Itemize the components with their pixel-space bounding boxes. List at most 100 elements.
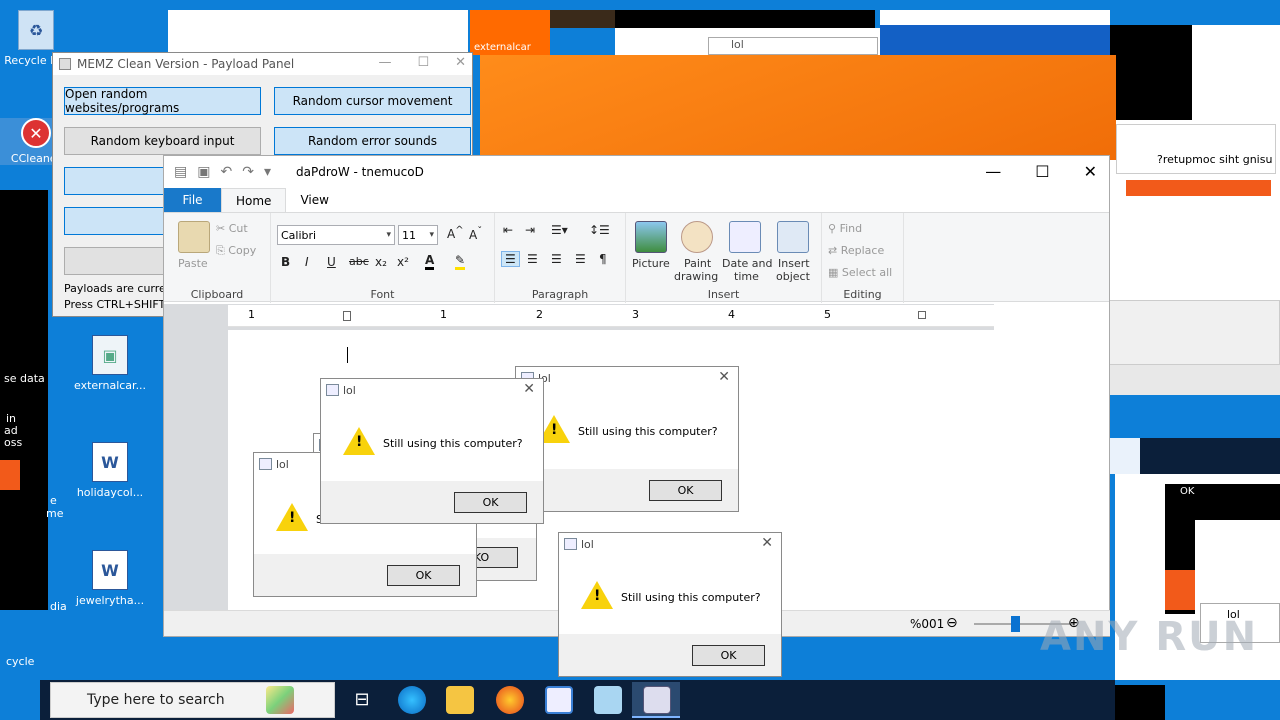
cut-button[interactable]: ✂ Cut [216, 222, 248, 235]
edge-icon[interactable] [398, 686, 426, 714]
error-dialog[interactable]: lol ✕ ! Still using this computer? OK [558, 532, 782, 677]
task-view-icon[interactable]: ⊟ [348, 686, 376, 714]
paste-button[interactable]: Paste [178, 257, 208, 270]
search-highlight-icon [266, 686, 294, 714]
close-icon[interactable]: ✕ [1084, 162, 1097, 181]
file-explorer-icon[interactable] [446, 686, 474, 714]
save-icon[interactable]: ▣ [197, 164, 210, 180]
zoom-out-icon[interactable]: ⊖ [946, 615, 958, 631]
desktop-icon-label: jewelrytha... [75, 594, 145, 607]
close-icon[interactable]: ✕ [455, 55, 466, 70]
dialog-icon [326, 384, 339, 396]
date-time-label[interactable]: time [734, 270, 759, 283]
desktop-fragment: e [50, 494, 57, 507]
align-right-icon[interactable]: ☰ [551, 252, 562, 266]
firefox-icon[interactable] [496, 686, 524, 714]
calendar-icon[interactable] [729, 221, 761, 253]
ok-button[interactable]: OK [649, 480, 722, 501]
paint-drawing-icon[interactable] [681, 221, 713, 253]
increase-indent-icon[interactable]: ⇥ [525, 223, 535, 237]
highlight-icon[interactable]: ✎ [455, 253, 466, 270]
minimize-icon[interactable]: — [378, 55, 391, 70]
subscript-icon[interactable]: x₂ [375, 255, 387, 269]
payload-keyboard-input-button[interactable]: Random keyboard input [64, 127, 261, 155]
paint-drawing-label[interactable]: drawing [674, 270, 718, 283]
close-icon[interactable]: ✕ [718, 369, 730, 385]
bold-icon[interactable]: B [281, 255, 290, 269]
align-left-icon[interactable]: ☰ [501, 251, 520, 267]
error-dialog[interactable]: lol ✕ ! Still using this computer? OK [515, 366, 739, 512]
insert-object-label[interactable]: Insert [778, 257, 810, 270]
maximize-icon[interactable]: ☐ [417, 55, 429, 70]
ruler-number: 1 [248, 308, 255, 321]
desktop-icon-holidaycol[interactable]: W holidaycol... [74, 442, 146, 499]
font-size-select[interactable]: 11 [398, 225, 438, 245]
desktop-fragment: dia [50, 600, 67, 613]
wordpad-titlebar[interactable]: ▤ ▣ ↶ ↷ ▾ daPdroW - tnemucoD — ☐ ✕ [164, 156, 1109, 188]
underline-icon[interactable]: U [327, 255, 336, 269]
select-all-button[interactable]: ▦ Select all [828, 266, 892, 279]
align-center-icon[interactable]: ☰ [527, 252, 538, 266]
tab-home[interactable]: Home [221, 188, 287, 212]
find-button[interactable]: ⚲ Find [828, 222, 862, 235]
customize-toolbar-icon[interactable]: ▾ [264, 164, 271, 180]
dialog-title: lol [276, 457, 289, 471]
wordpad-title: daPdroW - tnemucoD [296, 165, 424, 179]
close-icon[interactable]: ✕ [523, 381, 535, 397]
tab-view[interactable]: View [286, 188, 342, 212]
ribbon-group-paragraph: ⇤ ⇥ ☰▾ ↕☰ ☰ ☰ ☰ ☰ ¶ Paragraph [495, 213, 626, 303]
glitch-dialog-title: lol [708, 37, 878, 55]
undo-icon[interactable]: ↶ [220, 164, 232, 180]
superscript-icon[interactable]: x² [397, 255, 409, 269]
notepad-task-icon[interactable] [594, 686, 622, 714]
payload-error-sounds-button[interactable]: Random error sounds [274, 127, 471, 155]
italic-icon[interactable]: I [305, 255, 309, 269]
minimize-icon[interactable]: — [985, 162, 1001, 181]
bullets-icon[interactable]: ☰▾ [551, 223, 568, 237]
payload-cursor-movement-button[interactable]: Random cursor movement [274, 87, 471, 115]
insert-picture-button[interactable]: Picture [632, 257, 670, 270]
shrink-font-icon[interactable]: Aˇ [469, 226, 482, 242]
insert-object-label[interactable]: object [776, 270, 810, 283]
grow-font-icon[interactable]: A^ [447, 225, 464, 241]
close-icon[interactable]: ✕ [761, 535, 773, 551]
ok-button[interactable]: OK [454, 492, 527, 513]
font-color-icon[interactable]: A [425, 253, 435, 270]
redo-icon[interactable]: ↷ [242, 164, 254, 180]
line-spacing-icon[interactable]: ↕☰ [589, 223, 610, 237]
ribbon-group-editing: ⚲ Find ⇄ Replace ▦ Select all Editing [822, 213, 904, 303]
desktop-icon-jewelrytha[interactable]: W jewelrytha... [74, 550, 146, 607]
error-dialog[interactable]: lol ✕ ! Still using this computer? OK [320, 378, 544, 524]
zoom-slider-thumb[interactable] [1011, 616, 1020, 632]
ok-button[interactable]: OK [387, 565, 460, 586]
warning-icon: ! [276, 503, 308, 531]
payload-open-websites-button[interactable]: Open random websites/programs [64, 87, 261, 115]
tab-file[interactable]: File [164, 188, 221, 212]
date-time-label[interactable]: Date and [722, 257, 772, 270]
ribbon-group-label: Paragraph [531, 288, 589, 301]
memz-titlebar[interactable]: MEMZ Clean Version - Payload Panel — ☐ ✕ [53, 53, 472, 75]
justify-icon[interactable]: ☰ [575, 252, 586, 266]
insert-object-icon[interactable] [777, 221, 809, 253]
right-indent-marker-icon[interactable] [918, 311, 926, 319]
image-file-icon: ▣ [92, 335, 128, 375]
ribbon-group-font: Calibri 11 A^ Aˇ B I U abc x₂ x² A ✎ Fon… [271, 213, 495, 303]
word-doc-icon: W [92, 550, 128, 590]
recycle-bin-icon: ♻ [18, 10, 54, 50]
strikethrough-icon[interactable]: abc [349, 255, 369, 268]
paragraph-dialog-icon[interactable]: ¶ [599, 252, 607, 266]
decrease-indent-icon[interactable]: ⇤ [503, 223, 513, 237]
copy-button[interactable]: ⎘ Copy [216, 244, 256, 258]
paint-drawing-label[interactable]: Paint [684, 257, 711, 270]
ok-button[interactable]: OK [692, 645, 765, 666]
font-family-select[interactable]: Calibri [277, 225, 395, 245]
ruler[interactable]: 1 1 2 3 4 5 [228, 305, 994, 327]
ribbon-group-insert: Picture Paint drawing Date and time Inse… [626, 213, 822, 303]
paste-icon[interactable] [178, 221, 210, 253]
picture-icon[interactable] [635, 221, 667, 253]
desktop-icon-externalcar[interactable]: ▣ externalcar... [74, 335, 146, 392]
memz-task-icon[interactable] [545, 686, 573, 714]
replace-button[interactable]: ⇄ Replace [828, 244, 884, 257]
indent-marker-icon[interactable] [343, 311, 351, 321]
maximize-icon[interactable]: ☐ [1035, 162, 1049, 181]
